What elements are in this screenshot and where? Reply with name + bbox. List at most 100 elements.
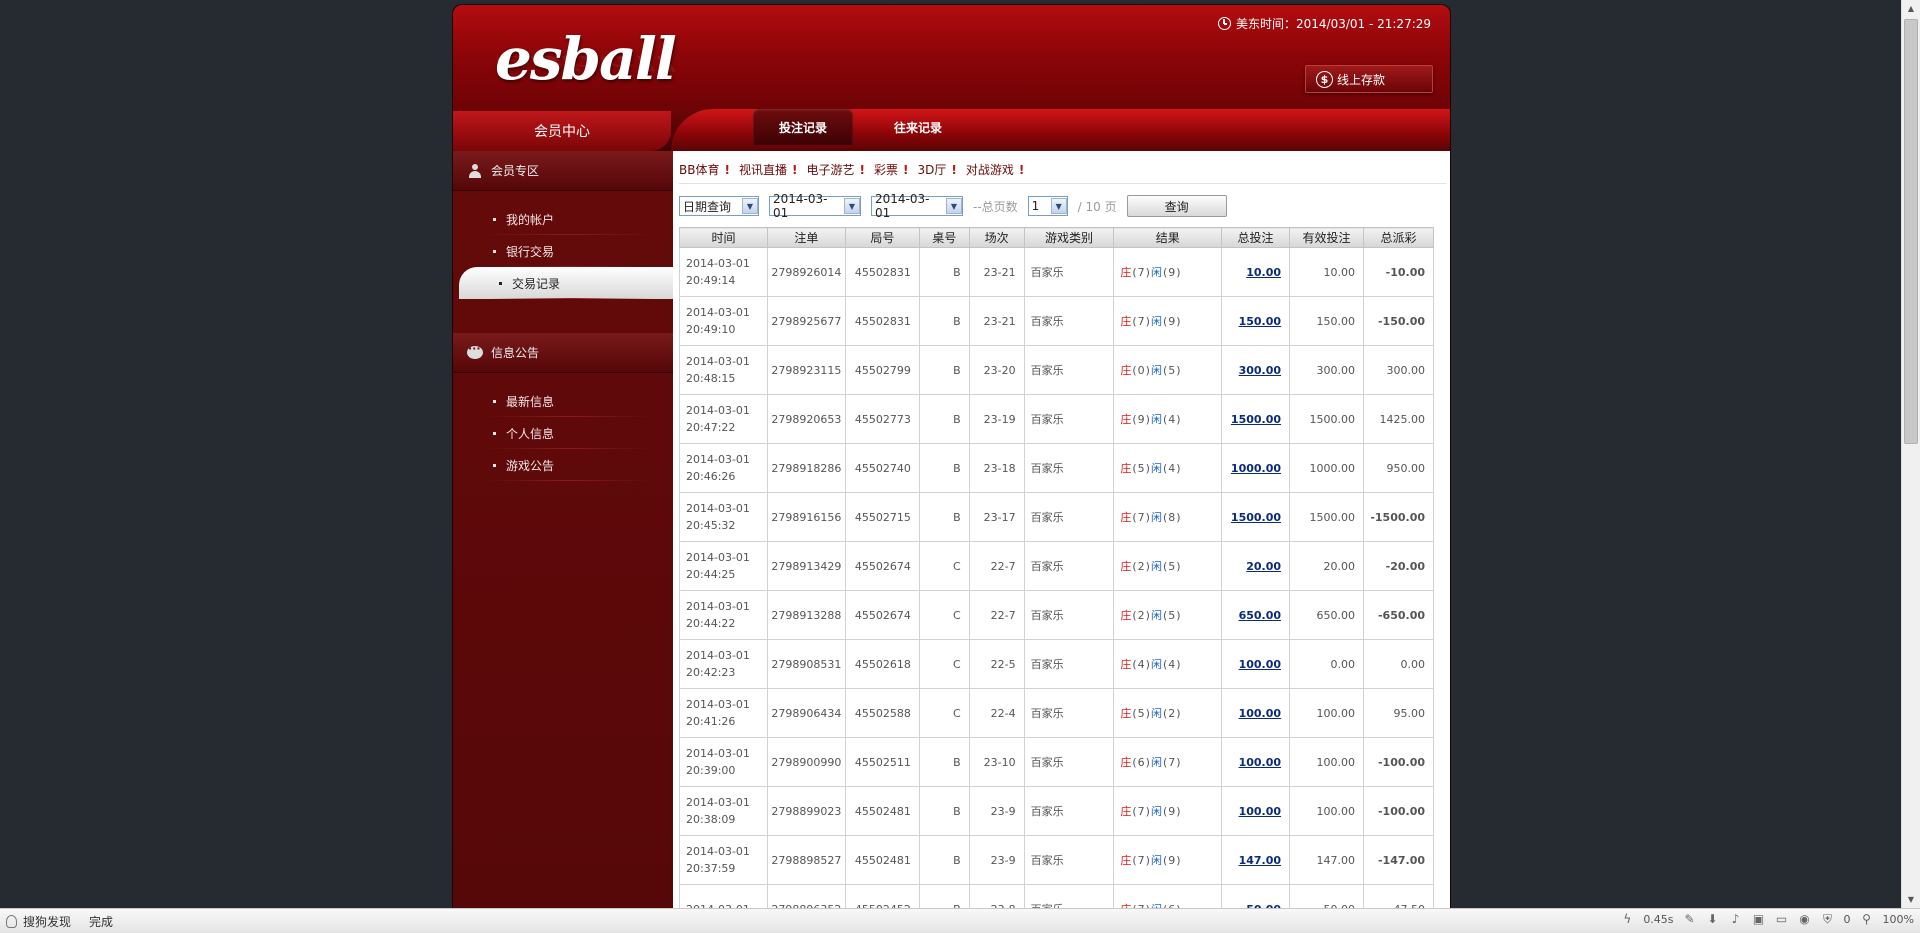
- screenshot-icon[interactable]: ▭: [1775, 912, 1789, 926]
- sidebar-item-transaction-records[interactable]: 交易记录: [459, 267, 673, 299]
- bet-detail-link[interactable]: 20.00: [1246, 560, 1281, 573]
- cell-payout: 1425.00: [1362, 394, 1435, 444]
- category-battle-games[interactable]: 对战游戏!: [966, 161, 1034, 178]
- player-points: 9: [1168, 314, 1177, 328]
- cell-time: 2014-03-01: [679, 884, 768, 908]
- bet-detail-link[interactable]: 1000.00: [1231, 462, 1281, 475]
- tab-bet-records[interactable]: 投注记录: [753, 109, 853, 145]
- cell-valid-bet: 1000.00: [1289, 443, 1364, 493]
- sogou-discover-link[interactable]: 搜狗发现: [23, 913, 71, 930]
- cell-session: 23-21: [968, 247, 1025, 297]
- query-mode-select[interactable]: 日期查询 ▼: [679, 196, 759, 216]
- category-electronic-games[interactable]: 电子游艺!: [806, 161, 874, 178]
- cell-total-bet: 1500.00: [1221, 394, 1291, 444]
- category-live-video[interactable]: 视讯直播!: [739, 161, 807, 178]
- date-to-select[interactable]: 2014-03-01 ▼: [871, 192, 963, 220]
- page-count-label: / 10 页: [1077, 199, 1117, 214]
- cell-valid-bet: 100.00: [1289, 737, 1364, 787]
- pen-icon[interactable]: ✎: [1683, 912, 1697, 926]
- cell-round: 45502588: [844, 688, 920, 738]
- cell-round: 45502740: [844, 443, 920, 493]
- table-row: 2014-03-01 20:47:22 2798920653 45502773 B 23-…: [679, 394, 1435, 444]
- cell-result: 庄(7)闲(9): [1113, 296, 1223, 346]
- cell-order: 2798898527: [766, 835, 846, 885]
- dollar-icon: $: [1316, 70, 1333, 88]
- cell-order: 2798920653: [766, 394, 846, 444]
- cell-order: 2798899023: [766, 786, 846, 836]
- bullet: [493, 463, 496, 467]
- player-label: 闲: [1150, 265, 1163, 279]
- sidebar-item-label: 最新信息: [506, 394, 555, 409]
- sidebar-item-game-announcements[interactable]: 游戏公告: [453, 449, 673, 481]
- column-header: 时间: [679, 227, 768, 248]
- shield-icon[interactable]: ⛨: [1821, 912, 1835, 926]
- bet-detail-link[interactable]: 1500.00: [1231, 413, 1281, 426]
- column-header: 局号: [844, 227, 920, 248]
- bet-detail-link[interactable]: 100.00: [1239, 707, 1281, 720]
- online-deposit-button[interactable]: $ 线上存款: [1305, 65, 1433, 93]
- banker-points: 7: [1137, 853, 1146, 867]
- bet-detail-link[interactable]: 10.00: [1246, 266, 1281, 279]
- bet-detail-link[interactable]: 100.00: [1239, 756, 1281, 769]
- column-header: 注单: [766, 227, 846, 248]
- cell-game-type: 百家乐: [1023, 345, 1115, 395]
- table-row: 2014-03-01 20:48:15 2798923115 45502799 B 23-…: [679, 345, 1435, 395]
- load-status-text: 完成: [89, 914, 114, 929]
- cell-round: 45502452: [844, 884, 920, 908]
- table-row: 2014-03-01 20:45:32 2798916156 45502715 B 23-…: [679, 492, 1435, 542]
- cell-clock: 20:49:10: [686, 323, 736, 336]
- sidebar-item-label: 个人信息: [506, 426, 555, 441]
- download-icon[interactable]: ⬇: [1706, 912, 1720, 926]
- bet-detail-link[interactable]: 100.00: [1239, 805, 1281, 818]
- cell-total-bet: 150.00: [1221, 296, 1291, 346]
- esball-logo[interactable]: esball: [495, 25, 677, 93]
- cell-time: 2014-03-01 20:45:32: [679, 492, 768, 542]
- speaker-icon[interactable]: ♪: [1729, 912, 1743, 926]
- zoom-icon[interactable]: ⚲: [1860, 912, 1874, 926]
- sidebar-item-latest-info[interactable]: 最新信息: [453, 385, 673, 417]
- lightbulb-icon[interactable]: [6, 914, 17, 928]
- bet-detail-link[interactable]: 150.00: [1239, 315, 1281, 328]
- bet-detail-link[interactable]: 1500.00: [1231, 511, 1281, 524]
- player-label: 闲: [1150, 853, 1163, 867]
- cell-valid-bet: 20.00: [1289, 541, 1364, 591]
- cell-order: 2798926014: [766, 247, 846, 297]
- blocked-count: 0: [1843, 912, 1851, 926]
- player-label: 闲: [1150, 608, 1163, 622]
- lightning-icon[interactable]: ϟ: [1620, 912, 1634, 926]
- page-select[interactable]: 1 ▼: [1027, 196, 1068, 216]
- scrollbar-thumb[interactable]: [1904, 19, 1918, 444]
- query-button[interactable]: 查询: [1126, 195, 1227, 217]
- sidebar-item-personal-info[interactable]: 个人信息: [453, 417, 673, 449]
- category-bb-sports[interactable]: BB体育!: [679, 161, 739, 178]
- bet-detail-link[interactable]: 650.00: [1239, 609, 1281, 622]
- cell-valid-bet: 147.00: [1289, 835, 1364, 885]
- bullet: [493, 431, 496, 435]
- scroll-up-icon[interactable]: ▲: [1902, 0, 1920, 17]
- player-points: 8: [1168, 510, 1177, 524]
- cell-total-bet: 10.00: [1221, 247, 1291, 297]
- cell-session: 23-9: [968, 786, 1025, 836]
- column-header: 场次: [968, 227, 1025, 248]
- bet-detail-link[interactable]: 300.00: [1239, 364, 1281, 377]
- cell-date: 2014-03-01: [686, 698, 750, 711]
- cell-session: 23-20: [968, 345, 1025, 395]
- category-lottery[interactable]: 彩票!: [874, 161, 918, 178]
- vertical-scrollbar[interactable]: ▲ ▼: [1901, 0, 1920, 908]
- category-3d-hall[interactable]: 3D厅!: [917, 161, 965, 178]
- chat-bubble-icon: [467, 342, 483, 359]
- zoom-level[interactable]: 100%: [1883, 913, 1914, 926]
- date-from-select[interactable]: 2014-03-01 ▼: [769, 192, 861, 220]
- bet-detail-link[interactable]: 100.00: [1239, 658, 1281, 671]
- printer-icon[interactable]: ▣: [1752, 912, 1766, 926]
- scroll-down-icon[interactable]: ▼: [1902, 891, 1920, 908]
- cell-date: 2014-03-01: [686, 747, 750, 760]
- banker-points: 5: [1137, 706, 1146, 720]
- sidebar-item-bank-transaction[interactable]: 银行交易: [453, 235, 673, 267]
- sidebar-item-my-account[interactable]: 我的帐户: [453, 203, 673, 235]
- tab-transaction-records[interactable]: 往来记录: [868, 109, 968, 145]
- bet-detail-link[interactable]: 147.00: [1239, 854, 1281, 867]
- player-points: 9: [1168, 804, 1177, 818]
- cell-game-type: 百家乐: [1023, 786, 1115, 836]
- eye-icon[interactable]: ◉: [1798, 912, 1812, 926]
